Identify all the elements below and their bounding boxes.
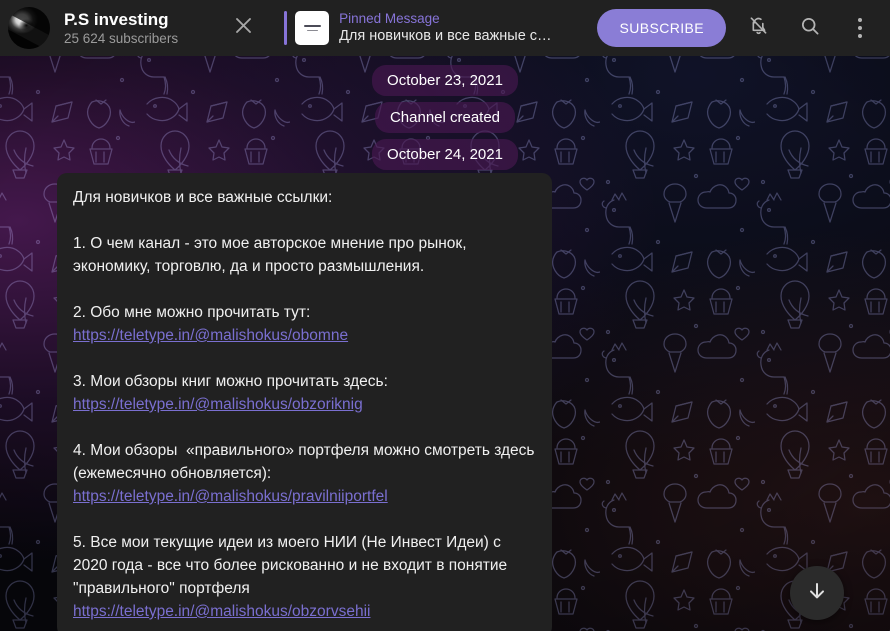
message-paragraph: 2. Обо мне можно прочитать тут:: [73, 304, 311, 321]
thumb-line: [306, 29, 318, 32]
scroll-to-bottom-button[interactable]: [790, 566, 844, 620]
pinned-thumbnail-icon: [295, 11, 330, 45]
message-link[interactable]: https://teletype.in/@malishokus/obzorikn…: [73, 396, 363, 413]
service-message-label: Channel created: [374, 102, 516, 133]
arrow-down-icon: [805, 579, 829, 608]
close-icon: [233, 15, 254, 41]
more-vertical-icon: [858, 16, 862, 40]
close-button[interactable]: [224, 9, 262, 47]
message-link[interactable]: https://teletype.in/@malishokus/obomne: [73, 327, 348, 344]
pinned-message-banner[interactable]: Pinned Message Для новичков и все важные…: [295, 10, 552, 46]
mute-button[interactable]: [738, 8, 778, 48]
search-button[interactable]: [790, 8, 830, 48]
channel-title: P.S investing: [64, 10, 169, 29]
date-separator: October 23, 2021: [0, 65, 890, 96]
message-paragraph: 5. Все мои текущие идеи из моего НИИ (Не…: [73, 534, 512, 597]
pinned-text-block: Pinned Message Для новичков и все важные…: [339, 10, 551, 46]
search-icon: [799, 15, 821, 42]
date-pill-label: October 23, 2021: [372, 65, 518, 96]
message-link[interactable]: https://teletype.in/@malishokus/obzorvse…: [73, 603, 370, 620]
message-stream[interactable]: October 23, 2021 Channel created October…: [0, 56, 890, 631]
subscriber-count: 25 624 subscribers: [64, 31, 179, 46]
more-menu-button[interactable]: [840, 8, 880, 48]
date-pill-label: October 24, 2021: [372, 139, 518, 170]
bell-muted-icon: [747, 14, 770, 42]
pinned-message-preview: Для новичков и все важные с…: [339, 28, 552, 44]
channel-title-block[interactable]: P.S investing 25 624 subscribers: [64, 9, 178, 47]
pinned-message-label: Pinned Message: [339, 11, 440, 26]
message-paragraph: 3. Мои обзоры книг можно прочитать здесь…: [73, 373, 388, 390]
channel-avatar[interactable]: [8, 7, 50, 49]
message-paragraph: 1. О чем канал - это мое авторское мнени…: [73, 235, 471, 275]
subscribe-button[interactable]: SUBSCRIBE: [597, 9, 726, 47]
message-bubble[interactable]: Для новичков и все важные ссылки: 1. О ч…: [57, 173, 552, 631]
message-link[interactable]: https://teletype.in/@malishokus/pravilni…: [73, 488, 388, 505]
pinned-accent-bar: [284, 11, 288, 45]
service-message: Channel created: [0, 102, 890, 133]
message-text: Для новичков и все важные ссылки: 1. О ч…: [73, 186, 536, 623]
date-separator: October 24, 2021: [0, 139, 890, 170]
message-paragraph: Для новичков и все важные ссылки:: [73, 189, 333, 206]
message-paragraph: 4. Мои обзоры «правильного» портфеля мож…: [73, 442, 539, 482]
thumb-line: [303, 24, 321, 27]
chat-header: P.S investing 25 624 subscribers Pinned …: [0, 0, 890, 56]
telegram-channel-window: P.S investing 25 624 subscribers Pinned …: [0, 0, 890, 631]
